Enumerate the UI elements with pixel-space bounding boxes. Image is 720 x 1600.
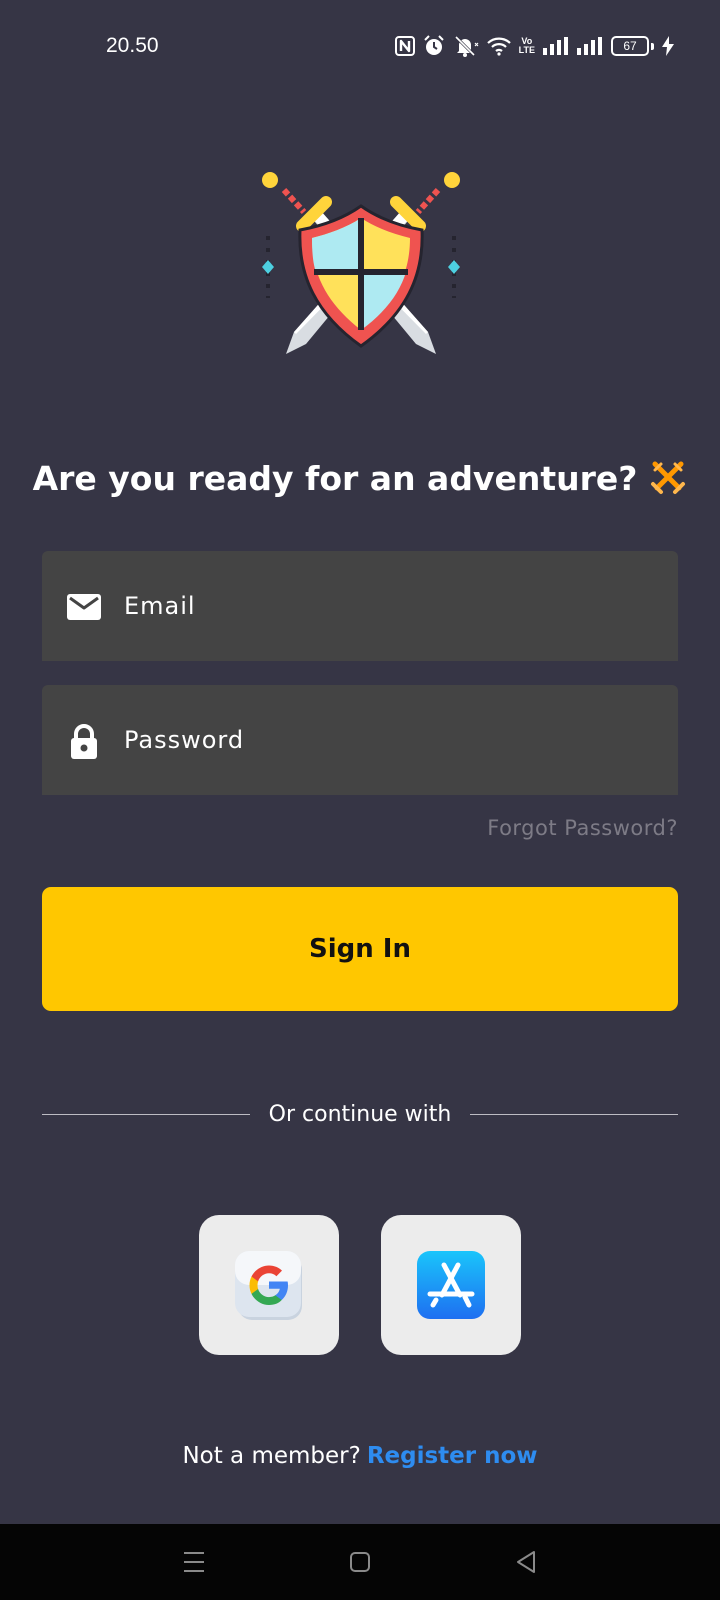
page-title-text: Are you ready for an adventure? bbox=[32, 459, 638, 498]
sign-in-button[interactable]: Sign In bbox=[42, 887, 678, 1011]
google-sign-in-button[interactable] bbox=[199, 1215, 339, 1355]
email-input[interactable] bbox=[124, 551, 664, 661]
signal-icon bbox=[543, 37, 568, 55]
crossed-swords-shield-logo bbox=[262, 172, 460, 354]
status-icons: Vo LTE 67 bbox=[394, 34, 674, 58]
password-input[interactable] bbox=[124, 685, 664, 795]
crossed-swords-emoji bbox=[651, 461, 686, 494]
email-field[interactable] bbox=[42, 551, 678, 661]
volte-icon: Vo LTE bbox=[519, 37, 535, 55]
lock-icon bbox=[71, 724, 97, 759]
home-icon[interactable] bbox=[342, 1544, 378, 1580]
app-store-icon bbox=[417, 1251, 485, 1319]
battery-level: 67 bbox=[611, 36, 649, 56]
volte-bottom: LTE bbox=[518, 45, 535, 55]
wifi-icon bbox=[486, 37, 511, 56]
divider-text: Or continue with bbox=[268, 1102, 452, 1127]
google-icon bbox=[235, 1251, 302, 1320]
battery-icon: 67 bbox=[611, 36, 654, 56]
mute-icon bbox=[454, 35, 479, 57]
alarm-icon bbox=[423, 35, 444, 55]
status-time: 20.50 bbox=[106, 34, 159, 57]
register-prompt: Not a member? bbox=[182, 1443, 361, 1469]
page-title: Are you ready for an adventure? bbox=[0, 458, 720, 498]
password-field[interactable] bbox=[42, 685, 678, 795]
left-gem-icon bbox=[262, 236, 274, 298]
system-navigation-bar bbox=[0, 1524, 720, 1600]
back-icon[interactable] bbox=[508, 1544, 544, 1580]
status-bar: 20.50 Vo LTE 67 bbox=[0, 0, 720, 96]
nfc-icon bbox=[394, 36, 415, 56]
register-link[interactable]: Register now bbox=[367, 1443, 538, 1469]
charging-icon bbox=[662, 36, 674, 56]
app-store-sign-in-button[interactable] bbox=[381, 1215, 521, 1355]
divider: Or continue with bbox=[42, 1098, 678, 1132]
register-row: Not a member? Register now bbox=[0, 1443, 720, 1469]
divider-line-right bbox=[470, 1114, 678, 1115]
mail-icon bbox=[67, 594, 101, 620]
signal-icon bbox=[577, 37, 602, 55]
right-gem-icon bbox=[448, 236, 460, 298]
forgot-password-link[interactable]: Forgot Password? bbox=[487, 816, 678, 840]
battery-cap bbox=[651, 42, 654, 50]
menu-icon[interactable] bbox=[176, 1544, 212, 1580]
